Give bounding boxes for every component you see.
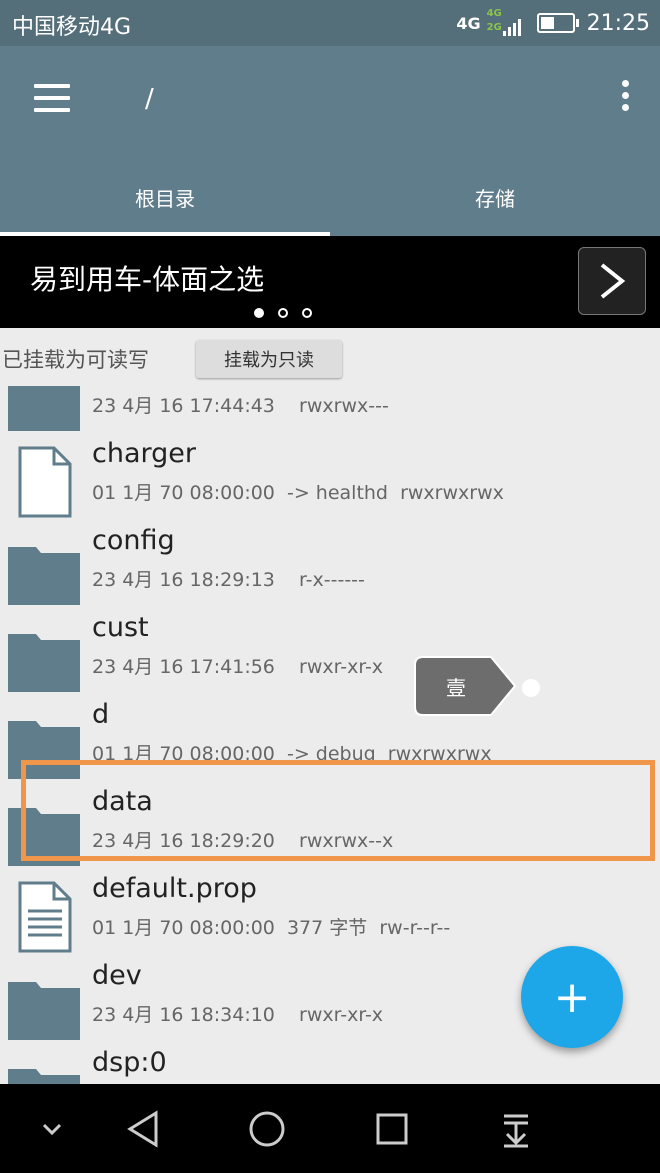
plus-icon: + xyxy=(553,971,591,1023)
file-name: charger xyxy=(92,438,196,469)
folder-icon xyxy=(8,620,80,692)
battery-icon xyxy=(536,13,579,33)
file-row[interactable]: dsp:0 xyxy=(0,1047,660,1084)
file-meta: 23 4月 16 18:34:10 rwxr-xr-x xyxy=(92,1004,384,1026)
add-button[interactable]: + xyxy=(521,946,623,1048)
file-meta: 01 1月 70 08:00:00 -> debug rwxrwxrwx xyxy=(92,743,492,765)
pager-dot[interactable] xyxy=(278,308,288,318)
file-row[interactable]: charger 01 1月 70 08:00:00 -> healthd rwxr… xyxy=(0,438,660,525)
home-icon[interactable] xyxy=(242,1104,292,1154)
file-row[interactable]: 23 4月 16 17:44:43 rwxrwx--- xyxy=(0,386,660,438)
file-meta: 23 4月 16 17:44:43 rwxrwx--- xyxy=(92,395,389,417)
carrier-label: 中国移动4G xyxy=(12,15,132,40)
folder-icon xyxy=(8,794,80,866)
banner-next-button[interactable] xyxy=(578,247,646,315)
mount-readonly-button[interactable]: 挂载为只读 xyxy=(196,340,342,378)
signal-bottom-label: 2G xyxy=(486,22,502,33)
chevron-right-icon xyxy=(600,263,626,299)
signal-top-label: 4G xyxy=(486,8,502,19)
file-row[interactable]: data 23 4月 16 18:29:20 rwxrwx--x xyxy=(0,786,660,873)
tooltip-label: 壹 xyxy=(446,675,466,700)
file-row[interactable]: d 01 1月 70 08:00:00 -> debug rwxrwxrwx xyxy=(0,699,660,786)
file-row[interactable]: cust 23 4月 16 17:41:56 rwxr-xr-x xyxy=(0,612,660,699)
file-row[interactable]: config 23 4月 16 18:29:13 r-x------ xyxy=(0,525,660,612)
file-name: config xyxy=(92,525,175,556)
file-name: cust xyxy=(92,612,149,643)
banner-text: 易到用车-体面之选 xyxy=(30,263,265,296)
file-meta: 01 1月 70 08:00:00 377 字节 rw-r--r-- xyxy=(92,917,451,939)
tab-bar: 根目录 存储 xyxy=(0,158,660,236)
notification-pull-icon[interactable] xyxy=(491,1104,541,1154)
pager-dot[interactable] xyxy=(254,308,264,318)
network-type: 4G xyxy=(456,13,481,33)
signal-icon: 4G 2G xyxy=(487,8,527,38)
menu-icon[interactable] xyxy=(34,84,70,112)
folder-icon xyxy=(8,1055,80,1084)
chevron-down-icon[interactable] xyxy=(27,1104,77,1154)
file-name: data xyxy=(92,786,153,817)
file-name: d xyxy=(92,699,110,730)
file-name: default.prop xyxy=(92,873,257,904)
current-path: / xyxy=(145,84,154,114)
mount-bar: 已挂载为可读写 挂载为只读 xyxy=(0,334,660,386)
file-meta: 23 4月 16 18:29:20 rwxrwx--x xyxy=(92,830,394,852)
banner-pager xyxy=(254,308,312,318)
file-meta: 23 4月 16 18:29:13 r-x------ xyxy=(92,569,365,591)
pager-dot[interactable] xyxy=(302,308,312,318)
file-meta: 23 4月 16 17:41:56 rwxr-xr-x xyxy=(92,656,384,678)
file-meta: 01 1月 70 08:00:00 -> healthd rwxrwxrwx xyxy=(92,482,504,504)
mount-status-label: 已挂载为可读写 xyxy=(2,348,149,372)
back-icon[interactable] xyxy=(118,1104,168,1154)
file-icon xyxy=(8,446,80,518)
ad-banner[interactable]: 易到用车-体面之选 xyxy=(0,236,660,328)
navigation-bar xyxy=(0,1084,660,1173)
more-options-icon[interactable] xyxy=(618,80,632,116)
floating-tooltip[interactable]: 壹 xyxy=(413,655,519,717)
file-name: dev xyxy=(92,960,142,991)
tab-storage[interactable]: 存储 xyxy=(330,158,660,236)
clock: 21:25 xyxy=(586,10,650,36)
text-file-icon xyxy=(8,881,80,953)
recents-icon[interactable] xyxy=(367,1104,417,1154)
folder-icon xyxy=(8,533,80,605)
tooltip-handle-icon[interactable] xyxy=(522,679,540,697)
tab-root[interactable]: 根目录 xyxy=(0,158,330,236)
file-name: dsp:0 xyxy=(92,1047,167,1078)
folder-icon xyxy=(8,707,80,779)
folder-icon xyxy=(8,968,80,1040)
status-icons: 4G 4G 2G 21:25 xyxy=(456,6,650,40)
app-bar: / 根目录 存储 xyxy=(0,46,660,236)
folder-icon xyxy=(8,386,80,431)
status-bar: 中国移动4G 4G 4G 2G 21:25 xyxy=(0,0,660,46)
